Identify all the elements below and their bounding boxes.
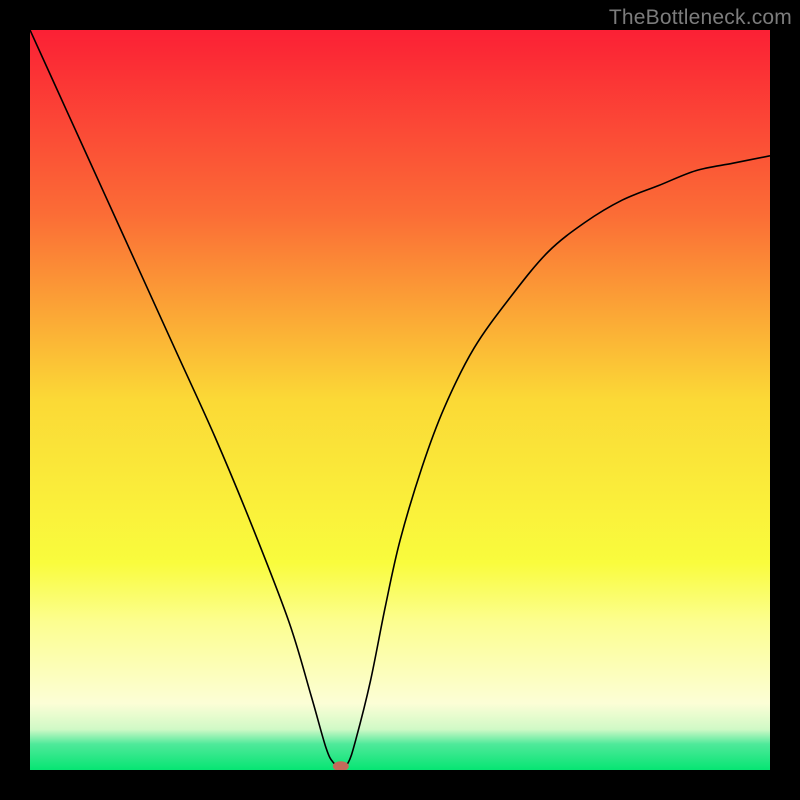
bottleneck-chart	[30, 30, 770, 770]
watermark-label: TheBottleneck.com	[609, 6, 792, 30]
chart-frame: TheBottleneck.com	[0, 0, 800, 800]
chart-background	[30, 30, 770, 770]
